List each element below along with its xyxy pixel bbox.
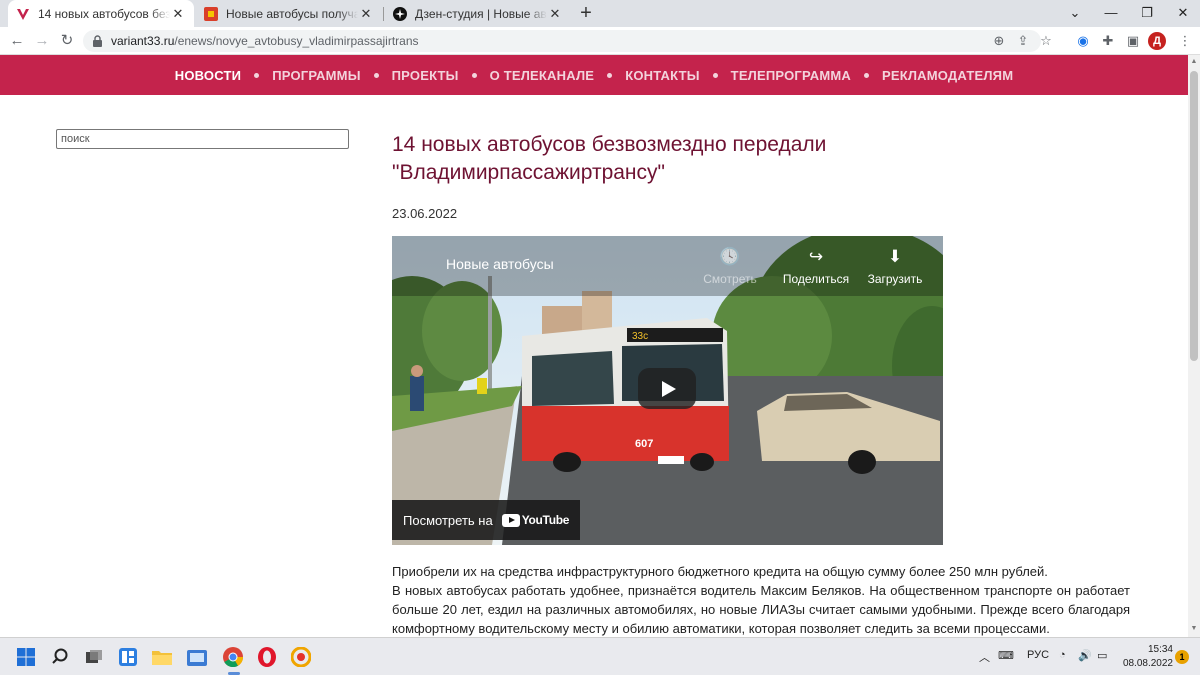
article-date: 23.06.2022 (392, 206, 458, 221)
search-icon[interactable] (48, 645, 72, 669)
watch-later-label: Смотреть (703, 272, 757, 286)
url-text: variant33.ru/enews/novye_avtobusy_vladim… (111, 34, 419, 48)
nav-separator (373, 72, 379, 78)
youtube-logo-icon: YouTube (501, 513, 570, 527)
tab-title: Новые автобусы получают пози (226, 6, 358, 21)
url-path: /enews/novye_avtobusy_vladimirpassajirtr… (174, 34, 419, 48)
clock-icon: 🕓 (719, 247, 741, 266)
bookmark-star-icon[interactable]: ☆ (1038, 33, 1054, 49)
watch-on-youtube-button[interactable]: Посмотреть на YouTube (392, 500, 580, 540)
scroll-down-icon[interactable]: ▼ (1190, 625, 1198, 632)
youtube-label: YouTube (521, 513, 570, 527)
chrome-icon[interactable] (221, 645, 245, 669)
close-tab-icon[interactable]: ✕ (170, 6, 186, 22)
system-clock[interactable]: 15:34 08.08.2022 (1117, 643, 1173, 671)
search-input[interactable] (56, 129, 349, 149)
forward-arrow-icon[interactable]: → (31, 30, 53, 52)
nav-item-projects[interactable]: ПРОЕКТЫ (392, 68, 459, 83)
back-arrow-icon[interactable]: ← (6, 30, 28, 52)
volume-icon[interactable]: 🔊 (1078, 649, 1092, 662)
tab-2[interactable]: Новые автобусы получают пози ✕ (196, 0, 382, 27)
reload-icon[interactable]: ↻ (56, 30, 78, 52)
language-indicator[interactable]: РУС (1027, 649, 1049, 661)
camera-extension-icon[interactable]: ◉ (1072, 30, 1094, 52)
tab-title: Дзен-студия | Новые автобусы (415, 6, 547, 21)
zoom-icon[interactable]: ⊕ (991, 33, 1007, 49)
keyboard-icon[interactable]: ⌨ (998, 649, 1014, 662)
download-icon: ⬇ (887, 247, 903, 266)
nav-separator (607, 72, 613, 78)
watch-on-label: Посмотреть на (403, 512, 493, 528)
nav-item-about[interactable]: О ТЕЛЕКАНАЛЕ (490, 68, 595, 83)
windows-taskbar: ︿ ⌨ РУС ◔ 🔊 ▭ 15:34 08.08.2022 1 (0, 637, 1200, 675)
wifi-icon[interactable]: ◔ (1059, 649, 1066, 661)
nav-separator (471, 72, 477, 78)
nav-separator (863, 72, 869, 78)
task-view-icon[interactable] (82, 645, 106, 669)
close-tab-icon[interactable]: ✕ (547, 6, 563, 22)
nav-item-advertisers[interactable]: РЕКЛАМОДАТЕЛЯМ (882, 68, 1013, 83)
clock-time: 15:34 (1147, 644, 1173, 655)
browser-toolbar: ← → ↻ variant33.ru/enews/novye_avtobusy_… (0, 27, 1200, 55)
file-explorer-icon[interactable] (150, 645, 174, 669)
video-title[interactable]: Новые автобусы (446, 256, 554, 272)
article-paragraph: Приобрели их на средства инфраструктурно… (392, 564, 1048, 579)
nav-item-programs[interactable]: ПРОГРАММЫ (272, 68, 360, 83)
close-window-button[interactable]: ✕ (1165, 0, 1200, 27)
scroll-up-icon[interactable]: ▲ (1190, 58, 1198, 65)
extensions-puzzle-icon[interactable]: ✚ (1097, 30, 1119, 52)
play-button[interactable] (638, 368, 696, 409)
opera-icon[interactable] (255, 645, 279, 669)
notification-badge[interactable]: 1 (1175, 650, 1189, 664)
yandex-browser-icon[interactable] (289, 645, 313, 669)
close-tab-icon[interactable]: ✕ (358, 6, 374, 22)
address-bar[interactable]: variant33.ru/enews/novye_avtobusy_vladim… (83, 30, 1052, 52)
more-menu-icon[interactable]: ⋮ (1174, 30, 1196, 52)
scrollbar-thumb[interactable] (1190, 71, 1198, 361)
nav-separator (254, 72, 260, 78)
zen-icon (393, 6, 407, 21)
page-scrollbar[interactable]: ▲ ▼ (1188, 55, 1200, 637)
nav-item-tv-schedule[interactable]: ТЕЛЕПРОГРАММА (731, 68, 851, 83)
store-icon[interactable] (185, 645, 209, 669)
article-body: Приобрели их на средства инфраструктурно… (392, 562, 1130, 638)
variant33-icon (16, 7, 30, 21)
bus-number: 607 (635, 438, 653, 450)
article-paragraph: В новых автобусах работать удобнее, приз… (392, 583, 1130, 636)
video-player[interactable]: 33с 607 Новые автобусы 🕓 Смотреть ↪ Поде… (392, 236, 943, 545)
download-label: Загрузить (867, 272, 923, 286)
download-button[interactable]: ⬇ Загрузить (860, 246, 930, 286)
tab-divider (383, 7, 384, 21)
watch-later-button[interactable]: 🕓 Смотреть (695, 246, 765, 286)
tab-active[interactable]: 14 новых автобусов безвозмездно передали… (8, 0, 194, 27)
tab-search-icon[interactable]: ⌄ (1057, 0, 1093, 27)
profile-avatar[interactable]: Д (1148, 32, 1166, 50)
windows-start-icon[interactable] (14, 645, 38, 669)
show-hidden-icons-icon[interactable]: ︿ (979, 649, 990, 665)
browser-tab-strip: 14 новых автобусов безвозмездно передали… (0, 0, 1200, 27)
url-host: variant33.ru (111, 34, 175, 48)
tab-3[interactable]: Дзен-студия | Новые автобусы ✕ (385, 0, 571, 27)
vladimir-icon (204, 6, 218, 21)
bus-route-sign: 33с (632, 331, 648, 342)
article-title: 14 новых автобусов безвозмездно передали… (392, 133, 827, 184)
tab-title: 14 новых автобусов безвозмездно передали (38, 6, 170, 21)
restore-button[interactable]: ❐ (1129, 0, 1165, 27)
side-panel-icon[interactable]: ▣ (1122, 30, 1144, 52)
widgets-icon[interactable] (116, 645, 140, 669)
nav-item-contacts[interactable]: КОНТАКТЫ (625, 68, 699, 83)
share-button[interactable]: ↪ Поделиться (781, 246, 851, 286)
site-navigation: НОВОСТИ ПРОГРАММЫ ПРОЕКТЫ О ТЕЛЕКАНАЛЕ К… (0, 55, 1188, 95)
share-label: Поделиться (782, 272, 850, 286)
share-icon[interactable]: ⇪ (1015, 33, 1031, 49)
battery-icon[interactable]: ▭ (1097, 649, 1107, 662)
lock-icon (93, 35, 102, 47)
share-arrow-icon: ↪ (808, 247, 824, 266)
clock-date: 08.08.2022 (1122, 658, 1173, 669)
nav-item-news[interactable]: НОВОСТИ (175, 68, 241, 83)
new-tab-button[interactable]: + (576, 3, 596, 23)
minimize-button[interactable]: — (1093, 0, 1129, 27)
nav-separator (712, 72, 718, 78)
